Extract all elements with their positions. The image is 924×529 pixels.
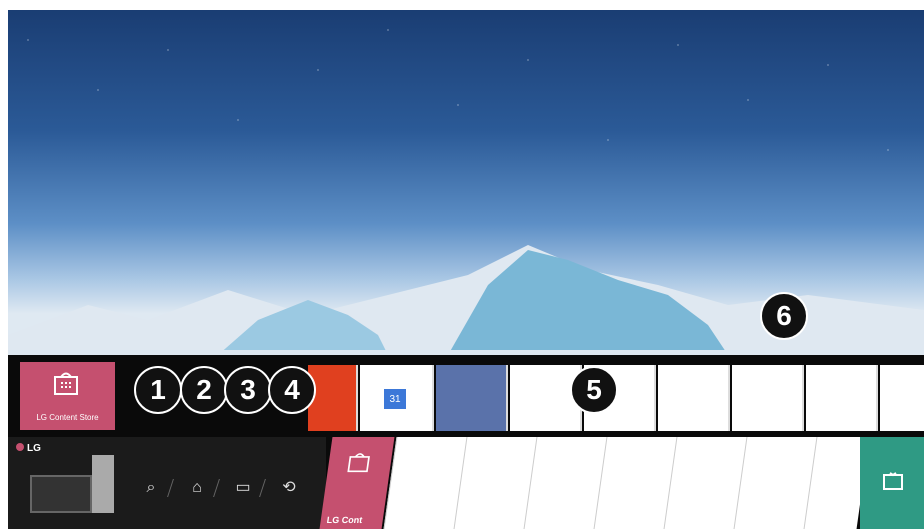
tv-screen: LG Content Store 31 LG ⌕ ⌂ ▭ ⟲ LG Cont 1… <box>8 10 924 529</box>
separator <box>213 479 220 497</box>
callout-4: 4 <box>268 366 316 414</box>
fridge-image <box>92 455 114 513</box>
mountain-scene <box>8 245 924 365</box>
shopping-bag-icon <box>347 453 370 473</box>
app-tile-8[interactable] <box>732 365 804 431</box>
tv-image <box>30 475 92 513</box>
store-card-label: LG Cont <box>326 515 364 525</box>
teal-card[interactable] <box>860 437 924 529</box>
blue-tile[interactable] <box>436 365 508 431</box>
search-icon[interactable]: ⌕ <box>140 477 162 499</box>
lg-promo-panel[interactable]: LG <box>8 437 126 529</box>
tv-icon <box>883 472 903 490</box>
app-tile-10[interactable] <box>880 365 924 431</box>
input-icon[interactable]: ▭ <box>232 477 254 499</box>
lg-content-store-tile[interactable]: LG Content Store <box>20 362 115 430</box>
separator <box>259 479 266 497</box>
quick-controls: ⌕ ⌂ ▭ ⟲ <box>126 437 326 529</box>
callout-5: 5 <box>570 366 618 414</box>
red-app-tile[interactable] <box>308 365 358 431</box>
separator <box>167 479 174 497</box>
lg-logo: LG <box>16 443 41 454</box>
callout-6: 6 <box>760 292 808 340</box>
callout-2: 2 <box>180 366 228 414</box>
lg-content-store-card[interactable]: LG Cont <box>319 437 395 529</box>
home-dashboard-icon[interactable]: ⌂ <box>186 477 208 499</box>
calendar-icon: 31 <box>384 389 406 409</box>
app-tile-9[interactable] <box>806 365 878 431</box>
lg-logo-icon <box>16 443 24 451</box>
callout-3: 3 <box>224 366 272 414</box>
app-tile-7[interactable] <box>658 365 730 431</box>
shopping-bag-icon <box>54 372 78 395</box>
callout-1: 1 <box>134 366 182 414</box>
recent-icon[interactable]: ⟲ <box>278 477 300 499</box>
store-tile-label: LG Content Store <box>36 413 99 422</box>
calendar-tile[interactable]: 31 <box>360 365 434 431</box>
